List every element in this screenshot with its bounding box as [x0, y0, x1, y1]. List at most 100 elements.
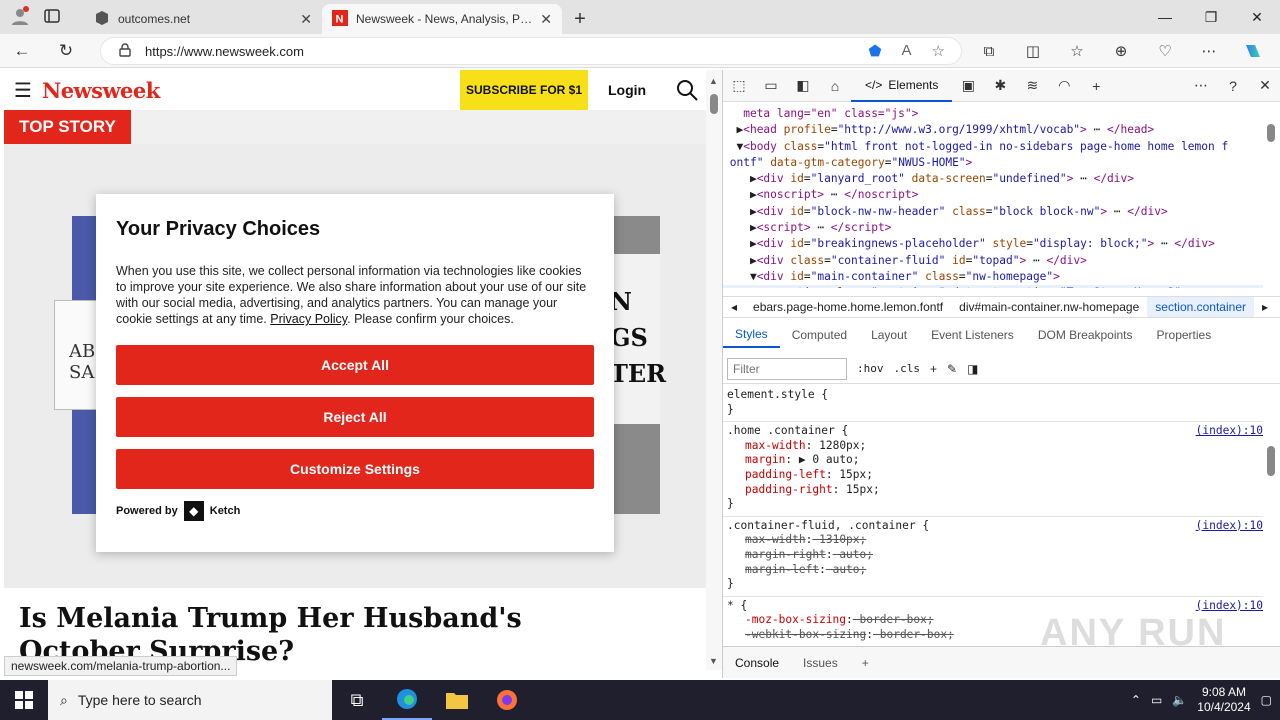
- shield-icon[interactable]: ⬟: [868, 42, 881, 60]
- new-tab-button[interactable]: +: [562, 4, 598, 34]
- accept-all-button[interactable]: Accept All: [116, 345, 594, 385]
- dom-scroll-thumb[interactable]: [1267, 124, 1275, 142]
- read-aloud-icon[interactable]: A: [902, 42, 912, 60]
- dom-node[interactable]: ▼<div id="main-container" class="nw-home…: [723, 269, 1263, 285]
- dom-node[interactable]: ▶<section class="container" data-gtm-act…: [723, 285, 1263, 288]
- more-tools-plus-icon[interactable]: +: [1080, 70, 1112, 102]
- tab-computed[interactable]: Computed: [780, 322, 859, 348]
- tab-properties[interactable]: Properties: [1145, 322, 1224, 348]
- more-menu-icon[interactable]: ⋯: [1190, 36, 1228, 66]
- paint-brush-icon[interactable]: ✎: [947, 362, 957, 376]
- cls-toggle[interactable]: .cls: [894, 362, 921, 375]
- scroll-down-icon[interactable]: ▼: [709, 656, 718, 666]
- dock-side-icon[interactable]: ◧: [787, 70, 819, 102]
- welcome-home-icon[interactable]: ⌂: [819, 70, 851, 102]
- css-source-link[interactable]: (index):10: [1196, 519, 1263, 534]
- file-explorer-icon[interactable]: [432, 680, 482, 720]
- new-rule-plus-icon[interactable]: +: [930, 362, 937, 376]
- network-wifi-icon[interactable]: ≋: [1016, 70, 1048, 102]
- volume-icon[interactable]: 🔈: [1172, 693, 1187, 707]
- css-property[interactable]: max-width: 1280px;: [727, 439, 1259, 454]
- css-source-link[interactable]: (index):10: [1196, 424, 1263, 439]
- firefox-icon[interactable]: [482, 680, 532, 720]
- customize-settings-button[interactable]: Customize Settings: [116, 449, 594, 489]
- reject-all-button[interactable]: Reject All: [116, 397, 594, 437]
- hov-toggle[interactable]: :hov: [857, 362, 884, 375]
- scroll-up-icon[interactable]: ▲: [709, 76, 718, 86]
- privacy-policy-link[interactable]: Privacy Policy: [270, 312, 347, 326]
- windows-start-icon[interactable]: [0, 680, 48, 720]
- login-link[interactable]: Login: [608, 82, 646, 98]
- styles-pane[interactable]: element.style {} .home .container {(index…: [723, 386, 1263, 642]
- task-view-icon[interactable]: ⧉: [332, 680, 382, 720]
- reload-icon[interactable]: ↻: [44, 34, 88, 68]
- favorites-icon[interactable]: ☆: [1058, 36, 1096, 66]
- tab-styles[interactable]: Styles: [723, 322, 780, 348]
- back-arrow-icon[interactable]: ←: [0, 34, 44, 68]
- url-bar[interactable]: https://www.newsweek.com ⬟ A ☆: [100, 37, 962, 65]
- devtools-more-icon[interactable]: ⋯: [1185, 70, 1217, 102]
- css-rule[interactable]: .container-fluid, .container {(index):10…: [723, 517, 1263, 597]
- dom-node[interactable]: ▼<body class="html front not-logged-in n…: [723, 139, 1263, 155]
- close-tab-icon[interactable]: ✕: [300, 11, 312, 28]
- help-icon[interactable]: ?: [1217, 70, 1249, 102]
- sidebar-toggle-icon[interactable]: ◨: [967, 362, 978, 376]
- breadcrumb-item-selected[interactable]: section.container: [1147, 297, 1254, 317]
- dom-node[interactable]: ▶<div id="block-nw-nw-header" class="blo…: [723, 204, 1263, 220]
- breadcrumb-item[interactable]: ebars.page-home.home.lemon.fontf: [745, 300, 951, 314]
- css-property[interactable]: max-width: 1310px;: [727, 533, 1259, 548]
- tab-event-listeners[interactable]: Event Listeners: [919, 322, 1026, 348]
- performance-icon[interactable]: ♡: [1146, 36, 1184, 66]
- breadcrumb-item[interactable]: div#main-container.nw-homepage: [951, 300, 1147, 314]
- edge-icon[interactable]: [382, 680, 432, 720]
- styles-scrollbar[interactable]: [1263, 386, 1279, 642]
- tray-chevron-icon[interactable]: ⌃: [1131, 693, 1141, 707]
- page-scrollbar[interactable]: ▲ ▼: [706, 70, 722, 670]
- tab-newsweek[interactable]: N Newsweek - News, Analysis, Politics, B…: [322, 4, 562, 34]
- inspect-icon[interactable]: ⬚: [723, 70, 755, 102]
- tab-actions-icon[interactable]: [44, 8, 60, 27]
- profile-avatar-icon[interactable]: [10, 5, 30, 29]
- css-property[interactable]: padding-right: 15px;: [727, 483, 1259, 498]
- crumb-right-icon[interactable]: ▸: [1254, 300, 1276, 314]
- tab-elements[interactable]: </> Elements: [851, 70, 953, 102]
- devtools-close-icon[interactable]: ✕: [1249, 70, 1280, 102]
- dom-node[interactable]: ▶<noscript> ⋯ </noscript>: [723, 187, 1263, 203]
- drawer-tab-issues[interactable]: Issues: [791, 656, 850, 670]
- newsweek-logo[interactable]: Newsweek: [42, 78, 160, 103]
- scroll-thumb[interactable]: [710, 94, 718, 114]
- dom-node[interactable]: ▶<script> ⋯ </script>: [723, 220, 1263, 236]
- crumb-left-icon[interactable]: ◂: [723, 300, 745, 314]
- minimize-icon[interactable]: —: [1142, 0, 1188, 34]
- dom-node[interactable]: ▶<div class="container-fluid" id="topad"…: [723, 253, 1263, 269]
- url-text[interactable]: https://www.newsweek.com: [145, 44, 304, 59]
- dom-node[interactable]: ▶<div id="breakingnews-placeholder" styl…: [723, 236, 1263, 252]
- network-icon[interactable]: ▭: [1151, 693, 1162, 707]
- close-window-icon[interactable]: ✕: [1234, 0, 1280, 34]
- restore-icon[interactable]: ❐: [1188, 0, 1234, 34]
- css-selector[interactable]: .container-fluid, .container {: [727, 519, 1259, 534]
- tab-outcomes[interactable]: outcomes.net ✕: [84, 4, 322, 34]
- extensions-icon[interactable]: ⧉: [970, 36, 1008, 66]
- copilot-icon[interactable]: [1234, 36, 1272, 66]
- css-selector[interactable]: .home .container {: [727, 424, 1259, 439]
- favorite-star-icon[interactable]: ☆: [932, 42, 945, 60]
- device-toolbar-icon[interactable]: ▭: [755, 70, 787, 102]
- dom-node[interactable]: ▶<div id="lanyard_root" data-screen="und…: [723, 171, 1263, 187]
- dom-tree[interactable]: meta lang="en" class="js"> ▶<head profil…: [723, 102, 1263, 288]
- drawer-add-icon[interactable]: +: [850, 656, 881, 670]
- menu-icon[interactable]: ☰: [14, 78, 36, 103]
- css-rule[interactable]: element.style {}: [723, 386, 1263, 423]
- taskbar-search[interactable]: ⌕ Type here to search: [48, 680, 332, 720]
- performance-gauge-icon[interactable]: ◠: [1048, 70, 1080, 102]
- bug-icon[interactable]: ✱: [984, 70, 1016, 102]
- css-property[interactable]: margin-right: auto;: [727, 548, 1259, 563]
- dom-scrollbar[interactable]: [1263, 102, 1279, 288]
- clock[interactable]: 9:08 AM 10/4/2024: [1197, 685, 1250, 715]
- close-tab-icon[interactable]: ✕: [540, 11, 552, 28]
- collections-icon[interactable]: ⊕: [1102, 36, 1140, 66]
- dom-node[interactable]: meta lang="en" class="js">: [723, 106, 1263, 122]
- tab-layout[interactable]: Layout: [859, 322, 919, 348]
- dom-node[interactable]: ▶<head profile="http://www.w3.org/1999/x…: [723, 122, 1263, 138]
- drawer-tab-console[interactable]: Console: [723, 656, 791, 670]
